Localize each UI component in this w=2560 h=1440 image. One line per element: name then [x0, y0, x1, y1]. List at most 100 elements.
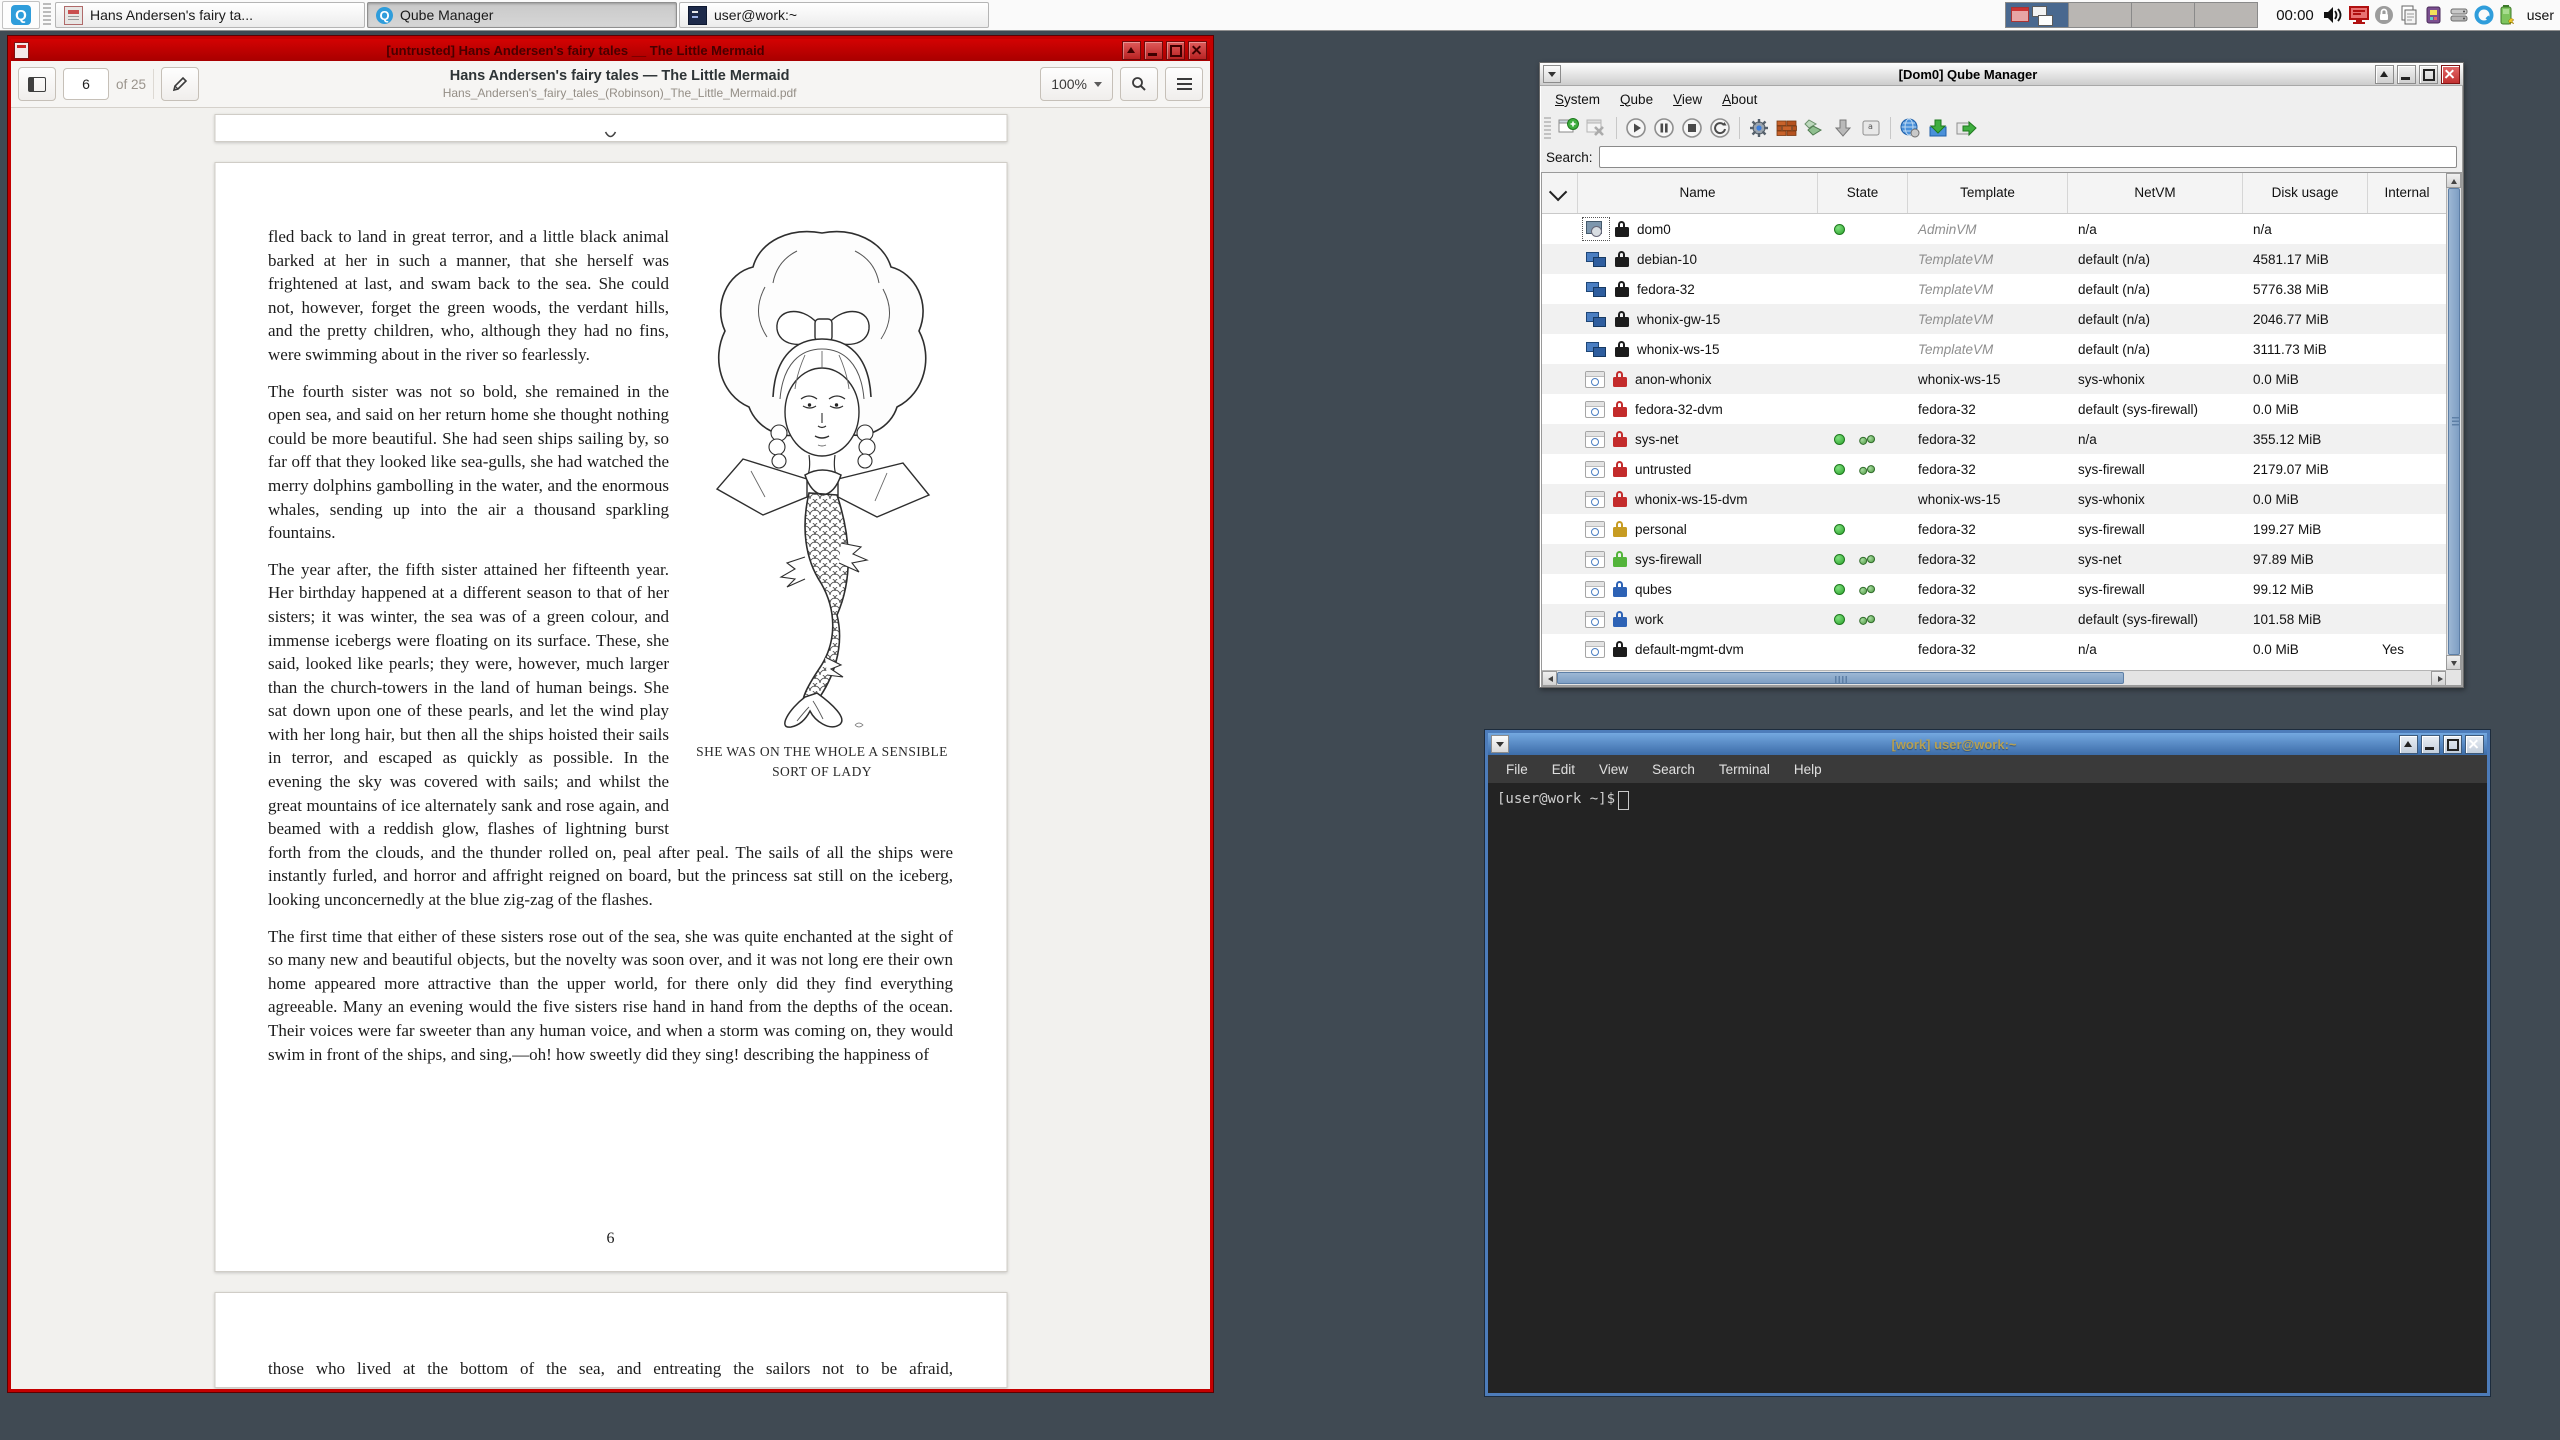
taskbar-window-qube-manager[interactable]: Q Qube Manager: [367, 2, 677, 28]
table-row[interactable]: sys-firewall fedora-32 sys-net 97.89 MiB: [1542, 544, 2446, 574]
update-qube-button[interactable]: [1830, 115, 1856, 141]
window-menu-icon[interactable]: [1543, 65, 1561, 83]
menu-view[interactable]: View: [1664, 89, 1711, 110]
table-row[interactable]: sys-net fedora-32 n/a 355.12 MiB: [1542, 424, 2446, 454]
start-vm-button[interactable]: [1623, 115, 1649, 141]
volume-icon[interactable]: [2322, 5, 2344, 25]
menu-search[interactable]: Search: [1642, 758, 1705, 781]
workspace-4[interactable]: [2195, 3, 2257, 27]
qube-manager-titlebar[interactable]: [Dom0] Qube Manager: [1540, 63, 2463, 86]
table-row[interactable]: anon-whonix whonix-ws-15 sys-whonix 0.0 …: [1542, 364, 2446, 394]
scroll-right-button[interactable]: [2431, 671, 2446, 686]
taskbar-window-pdf[interactable]: Hans Andersen's fairy ta...: [55, 2, 365, 28]
window-menu-icon[interactable]: [1491, 735, 1509, 753]
disk-icon[interactable]: [2449, 5, 2469, 25]
clone-qube-button[interactable]: [1802, 115, 1828, 141]
restore-button[interactable]: [1953, 115, 1979, 141]
table-row[interactable]: personal fedora-32 sys-firewall 199.27 M…: [1542, 514, 2446, 544]
pdf-window-titlebar[interactable]: [untrusted] Hans Andersen's fairy tales …: [11, 39, 1210, 61]
table-row[interactable]: untrusted fedora-32 sys-firewall 2179.07…: [1542, 454, 2446, 484]
table-row[interactable]: debian-10 TemplateVM default (n/a) 4581.…: [1542, 244, 2446, 274]
vm-disk-usage: 5776.38 MiB: [2253, 282, 2329, 297]
column-header-template[interactable]: Template: [1908, 173, 2068, 213]
close-button[interactable]: [2465, 735, 2484, 754]
pdf-scroll-area[interactable]: SHE WAS ON THE WHOLE A SENSIBLE SORT OF …: [11, 108, 1210, 1389]
table-row[interactable]: whonix-ws-15-dvm whonix-ws-15 sys-whonix…: [1542, 484, 2446, 514]
menu-terminal[interactable]: Terminal: [1709, 758, 1780, 781]
maximize-button[interactable]: [2419, 65, 2438, 84]
column-header-netvm[interactable]: NetVM: [2068, 173, 2243, 213]
search-button[interactable]: [1120, 67, 1158, 101]
table-row[interactable]: work fedora-32 default (sys-firewall) 10…: [1542, 604, 2446, 634]
workspace-3[interactable]: [2132, 3, 2195, 27]
column-header-name[interactable]: Name: [1578, 173, 1818, 213]
restart-vm-button[interactable]: [1707, 115, 1733, 141]
column-header-internal[interactable]: Internal: [2368, 173, 2446, 213]
column-header-disk-usage[interactable]: Disk usage: [2243, 173, 2368, 213]
menu-view[interactable]: View: [1589, 758, 1638, 781]
maximize-button[interactable]: [2443, 735, 2462, 754]
page-number-input[interactable]: [63, 68, 109, 100]
table-row[interactable]: whonix-ws-15 TemplateVM default (n/a) 31…: [1542, 334, 2446, 364]
window-menu-icon[interactable]: [14, 42, 29, 59]
scroll-up-button[interactable]: [2446, 173, 2461, 188]
shutdown-vm-button[interactable]: [1679, 115, 1705, 141]
terminal-screen[interactable]: [user@work ~]$: [1488, 783, 2487, 1393]
clock[interactable]: 00:00: [2276, 7, 2314, 24]
workspace-1[interactable]: [2006, 3, 2069, 27]
table-row[interactable]: fedora-32 TemplateVM default (n/a) 5776.…: [1542, 274, 2446, 304]
maximize-button[interactable]: [1166, 41, 1185, 60]
vertical-scrollbar[interactable]: [2446, 173, 2461, 670]
minimize-button[interactable]: [2397, 65, 2416, 84]
qubes-updates-icon[interactable]: [2474, 5, 2494, 25]
remove-qube-button[interactable]: [1584, 115, 1610, 141]
minimize-button[interactable]: [1144, 41, 1163, 60]
global-settings-button[interactable]: [1897, 115, 1923, 141]
column-header-state[interactable]: State: [1818, 173, 1908, 213]
table-row[interactable]: fedora-32-dvm fedora-32 default (sys-fir…: [1542, 394, 2446, 424]
devices-icon[interactable]: [2424, 5, 2444, 25]
lock-icon[interactable]: [2374, 5, 2394, 25]
close-button[interactable]: [1188, 41, 1207, 60]
qubes-domains-icon[interactable]: [2349, 5, 2369, 25]
menu-edit[interactable]: Edit: [1542, 758, 1585, 781]
scroll-down-button[interactable]: [2446, 655, 2461, 670]
document-header-title: Hans Andersen's fairy tales — The Little…: [206, 67, 1033, 100]
workspace-2[interactable]: [2069, 3, 2132, 27]
backup-button[interactable]: [1925, 115, 1951, 141]
shade-button[interactable]: [1122, 41, 1141, 60]
close-button[interactable]: [2441, 65, 2460, 84]
zoom-level-dropdown[interactable]: 100%: [1040, 67, 1113, 101]
shade-button[interactable]: [2375, 65, 2394, 84]
pause-vm-button[interactable]: [1651, 115, 1677, 141]
new-qube-button[interactable]: [1556, 115, 1582, 141]
clipboard-icon[interactable]: [2399, 5, 2419, 25]
menu-button[interactable]: [1165, 67, 1203, 101]
qube-settings-button[interactable]: [1746, 115, 1772, 141]
table-row[interactable]: dom0 AdminVM n/a n/a: [1542, 214, 2446, 244]
sidebar-toggle-button[interactable]: [18, 67, 56, 101]
sort-column-header[interactable]: [1542, 173, 1578, 213]
qubes-menu-button[interactable]: Q: [2, 1, 40, 29]
menu-file[interactable]: File: [1496, 758, 1538, 781]
menu-help[interactable]: Help: [1784, 758, 1832, 781]
shade-button[interactable]: [2399, 735, 2418, 754]
scroll-left-button[interactable]: [1542, 671, 1557, 686]
minimize-button[interactable]: [2421, 735, 2440, 754]
scrollbar-thumb[interactable]: [1557, 672, 2124, 684]
keyboard-button[interactable]: a: [1858, 115, 1884, 141]
menu-about[interactable]: About: [1713, 89, 1766, 110]
menu-qube[interactable]: Qube: [1611, 89, 1662, 110]
search-input[interactable]: [1599, 146, 2457, 168]
terminal-titlebar[interactable]: [work] user@work:~: [1488, 733, 2487, 755]
table-row[interactable]: qubes fedora-32 sys-firewall 99.12 MiB: [1542, 574, 2446, 604]
menu-system[interactable]: System: [1546, 89, 1609, 110]
table-row[interactable]: whonix-gw-15 TemplateVM default (n/a) 20…: [1542, 304, 2446, 334]
horizontal-scrollbar[interactable]: [1542, 670, 2446, 685]
battery-icon[interactable]: [2499, 5, 2515, 25]
taskbar-window-terminal[interactable]: user@work:~: [679, 2, 989, 28]
annotate-button[interactable]: [161, 67, 199, 101]
edit-firewall-button[interactable]: [1774, 115, 1800, 141]
scrollbar-thumb[interactable]: [2448, 188, 2460, 655]
table-row[interactable]: default-mgmt-dvm fedora-32 n/a 0.0 MiB Y…: [1542, 634, 2446, 664]
